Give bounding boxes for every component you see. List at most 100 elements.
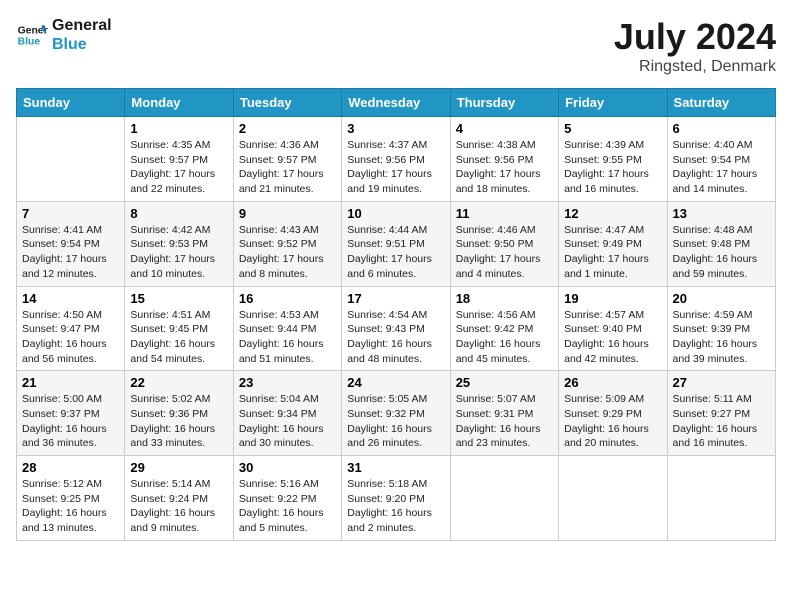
logo-line1: General: [52, 16, 112, 35]
day-number: 16: [239, 291, 336, 306]
day-info: Sunrise: 5:07 AM Sunset: 9:31 PM Dayligh…: [456, 392, 553, 451]
calendar-cell: 11Sunrise: 4:46 AM Sunset: 9:50 PM Dayli…: [450, 201, 558, 286]
calendar-cell: 2 Sunrise: 4:36 AM Sunset: 9:57 PM Daylig…: [233, 117, 341, 202]
calendar-week-row: 14 Sunrise: 4:50 AM Sunset: 9:47 PM Dayli…: [17, 286, 776, 371]
calendar-cell: 25Sunrise: 5:07 AM Sunset: 9:31 PM Dayli…: [450, 371, 558, 456]
location: Ringsted, Denmark: [614, 58, 776, 76]
weekday-header: Wednesday: [342, 89, 450, 117]
logo-icon: General Blue: [16, 19, 48, 51]
day-number: 30: [239, 460, 336, 475]
day-info: Sunrise: 4:51 AM Sunset: 9:45 PM Dayligh…: [130, 308, 227, 367]
day-info: Sunrise: 4:39 AM Sunset: 9:55 PM Dayligh…: [564, 138, 661, 197]
weekday-header-row: SundayMondayTuesdayWednesdayThursdayFrid…: [17, 89, 776, 117]
day-number: 2: [239, 121, 336, 136]
calendar-table: SundayMondayTuesdayWednesdayThursdayFrid…: [16, 88, 776, 541]
day-info: Sunrise: 5:14 AM Sunset: 9:24 PM Dayligh…: [130, 477, 227, 536]
calendar-cell: [17, 117, 125, 202]
day-info: Sunrise: 4:38 AM Sunset: 9:56 PM Dayligh…: [456, 138, 553, 197]
day-number: 17: [347, 291, 444, 306]
day-info: Sunrise: 4:48 AM Sunset: 9:48 PM Dayligh…: [673, 223, 770, 282]
day-info: Sunrise: 4:56 AM Sunset: 9:42 PM Dayligh…: [456, 308, 553, 367]
weekday-header: Sunday: [17, 89, 125, 117]
calendar-cell: 17 Sunrise: 4:54 AM Sunset: 9:43 PM Dayli…: [342, 286, 450, 371]
calendar-cell: 28 Sunrise: 5:12 AM Sunset: 9:25 PM Dayli…: [17, 456, 125, 541]
day-info: Sunrise: 4:36 AM Sunset: 9:57 PM Dayligh…: [239, 138, 336, 197]
day-info: Sunrise: 5:09 AM Sunset: 9:29 PM Dayligh…: [564, 392, 661, 451]
day-info: Sunrise: 4:40 AM Sunset: 9:54 PM Dayligh…: [673, 138, 770, 197]
day-info: Sunrise: 4:44 AM Sunset: 9:51 PM Dayligh…: [347, 223, 444, 282]
calendar-cell: 8Sunrise: 4:42 AM Sunset: 9:53 PM Daylig…: [125, 201, 233, 286]
calendar-cell: 29Sunrise: 5:14 AM Sunset: 9:24 PM Dayli…: [125, 456, 233, 541]
day-info: Sunrise: 4:50 AM Sunset: 9:47 PM Dayligh…: [22, 308, 119, 367]
day-info: Sunrise: 4:43 AM Sunset: 9:52 PM Dayligh…: [239, 223, 336, 282]
calendar-cell: 14 Sunrise: 4:50 AM Sunset: 9:47 PM Dayli…: [17, 286, 125, 371]
day-number: 13: [673, 206, 770, 221]
calendar-cell: 26 Sunrise: 5:09 AM Sunset: 9:29 PM Dayli…: [559, 371, 667, 456]
day-number: 19: [564, 291, 661, 306]
weekday-header: Saturday: [667, 89, 775, 117]
day-number: 20: [673, 291, 770, 306]
page-header: General Blue General Blue July 2024 Ring…: [16, 16, 776, 76]
calendar-cell: 1 Sunrise: 4:35 AM Sunset: 9:57 PM Daylig…: [125, 117, 233, 202]
day-number: 6: [673, 121, 770, 136]
calendar-cell: 10Sunrise: 4:44 AM Sunset: 9:51 PM Dayli…: [342, 201, 450, 286]
day-info: Sunrise: 4:54 AM Sunset: 9:43 PM Dayligh…: [347, 308, 444, 367]
weekday-header: Friday: [559, 89, 667, 117]
calendar-cell: 4 Sunrise: 4:38 AM Sunset: 9:56 PM Daylig…: [450, 117, 558, 202]
calendar-week-row: 21Sunrise: 5:00 AM Sunset: 9:37 PM Dayli…: [17, 371, 776, 456]
calendar-cell: 3 Sunrise: 4:37 AM Sunset: 9:56 PM Daylig…: [342, 117, 450, 202]
day-number: 24: [347, 375, 444, 390]
calendar-cell: 22 Sunrise: 5:02 AM Sunset: 9:36 PM Dayli…: [125, 371, 233, 456]
day-number: 27: [673, 375, 770, 390]
day-number: 18: [456, 291, 553, 306]
day-info: Sunrise: 4:46 AM Sunset: 9:50 PM Dayligh…: [456, 223, 553, 282]
day-info: Sunrise: 4:57 AM Sunset: 9:40 PM Dayligh…: [564, 308, 661, 367]
calendar-cell: 31Sunrise: 5:18 AM Sunset: 9:20 PM Dayli…: [342, 456, 450, 541]
day-number: 26: [564, 375, 661, 390]
day-info: Sunrise: 5:05 AM Sunset: 9:32 PM Dayligh…: [347, 392, 444, 451]
calendar-cell: [450, 456, 558, 541]
day-info: Sunrise: 4:35 AM Sunset: 9:57 PM Dayligh…: [130, 138, 227, 197]
weekday-header: Monday: [125, 89, 233, 117]
day-info: Sunrise: 5:02 AM Sunset: 9:36 PM Dayligh…: [130, 392, 227, 451]
calendar-cell: 19 Sunrise: 4:57 AM Sunset: 9:40 PM Dayli…: [559, 286, 667, 371]
day-info: Sunrise: 5:12 AM Sunset: 9:25 PM Dayligh…: [22, 477, 119, 536]
calendar-cell: 23Sunrise: 5:04 AM Sunset: 9:34 PM Dayli…: [233, 371, 341, 456]
day-number: 22: [130, 375, 227, 390]
day-number: 7: [22, 206, 119, 221]
day-info: Sunrise: 4:59 AM Sunset: 9:39 PM Dayligh…: [673, 308, 770, 367]
day-number: 31: [347, 460, 444, 475]
calendar-cell: [559, 456, 667, 541]
day-number: 5: [564, 121, 661, 136]
weekday-header: Tuesday: [233, 89, 341, 117]
day-number: 28: [22, 460, 119, 475]
day-info: Sunrise: 4:37 AM Sunset: 9:56 PM Dayligh…: [347, 138, 444, 197]
day-number: 14: [22, 291, 119, 306]
day-number: 23: [239, 375, 336, 390]
day-info: Sunrise: 4:53 AM Sunset: 9:44 PM Dayligh…: [239, 308, 336, 367]
weekday-header: Thursday: [450, 89, 558, 117]
day-number: 9: [239, 206, 336, 221]
day-number: 1: [130, 121, 227, 136]
calendar-cell: 21Sunrise: 5:00 AM Sunset: 9:37 PM Dayli…: [17, 371, 125, 456]
calendar-week-row: 28 Sunrise: 5:12 AM Sunset: 9:25 PM Dayli…: [17, 456, 776, 541]
calendar-week-row: 1 Sunrise: 4:35 AM Sunset: 9:57 PM Daylig…: [17, 117, 776, 202]
calendar-cell: 27 Sunrise: 5:11 AM Sunset: 9:27 PM Dayli…: [667, 371, 775, 456]
calendar-cell: 13 Sunrise: 4:48 AM Sunset: 9:48 PM Dayli…: [667, 201, 775, 286]
title-block: July 2024 Ringsted, Denmark: [614, 16, 776, 76]
logo: General Blue General Blue: [16, 16, 112, 54]
calendar-cell: 7 Sunrise: 4:41 AM Sunset: 9:54 PM Daylig…: [17, 201, 125, 286]
day-info: Sunrise: 5:00 AM Sunset: 9:37 PM Dayligh…: [22, 392, 119, 451]
day-number: 4: [456, 121, 553, 136]
calendar-week-row: 7 Sunrise: 4:41 AM Sunset: 9:54 PM Daylig…: [17, 201, 776, 286]
month-year: July 2024: [614, 16, 776, 58]
calendar-cell: 5 Sunrise: 4:39 AM Sunset: 9:55 PM Daylig…: [559, 117, 667, 202]
calendar-cell: 15Sunrise: 4:51 AM Sunset: 9:45 PM Dayli…: [125, 286, 233, 371]
calendar-cell: [667, 456, 775, 541]
day-info: Sunrise: 4:41 AM Sunset: 9:54 PM Dayligh…: [22, 223, 119, 282]
day-info: Sunrise: 5:11 AM Sunset: 9:27 PM Dayligh…: [673, 392, 770, 451]
calendar-cell: 12Sunrise: 4:47 AM Sunset: 9:49 PM Dayli…: [559, 201, 667, 286]
day-number: 3: [347, 121, 444, 136]
calendar-cell: 18 Sunrise: 4:56 AM Sunset: 9:42 PM Dayli…: [450, 286, 558, 371]
calendar-cell: 16 Sunrise: 4:53 AM Sunset: 9:44 PM Dayli…: [233, 286, 341, 371]
